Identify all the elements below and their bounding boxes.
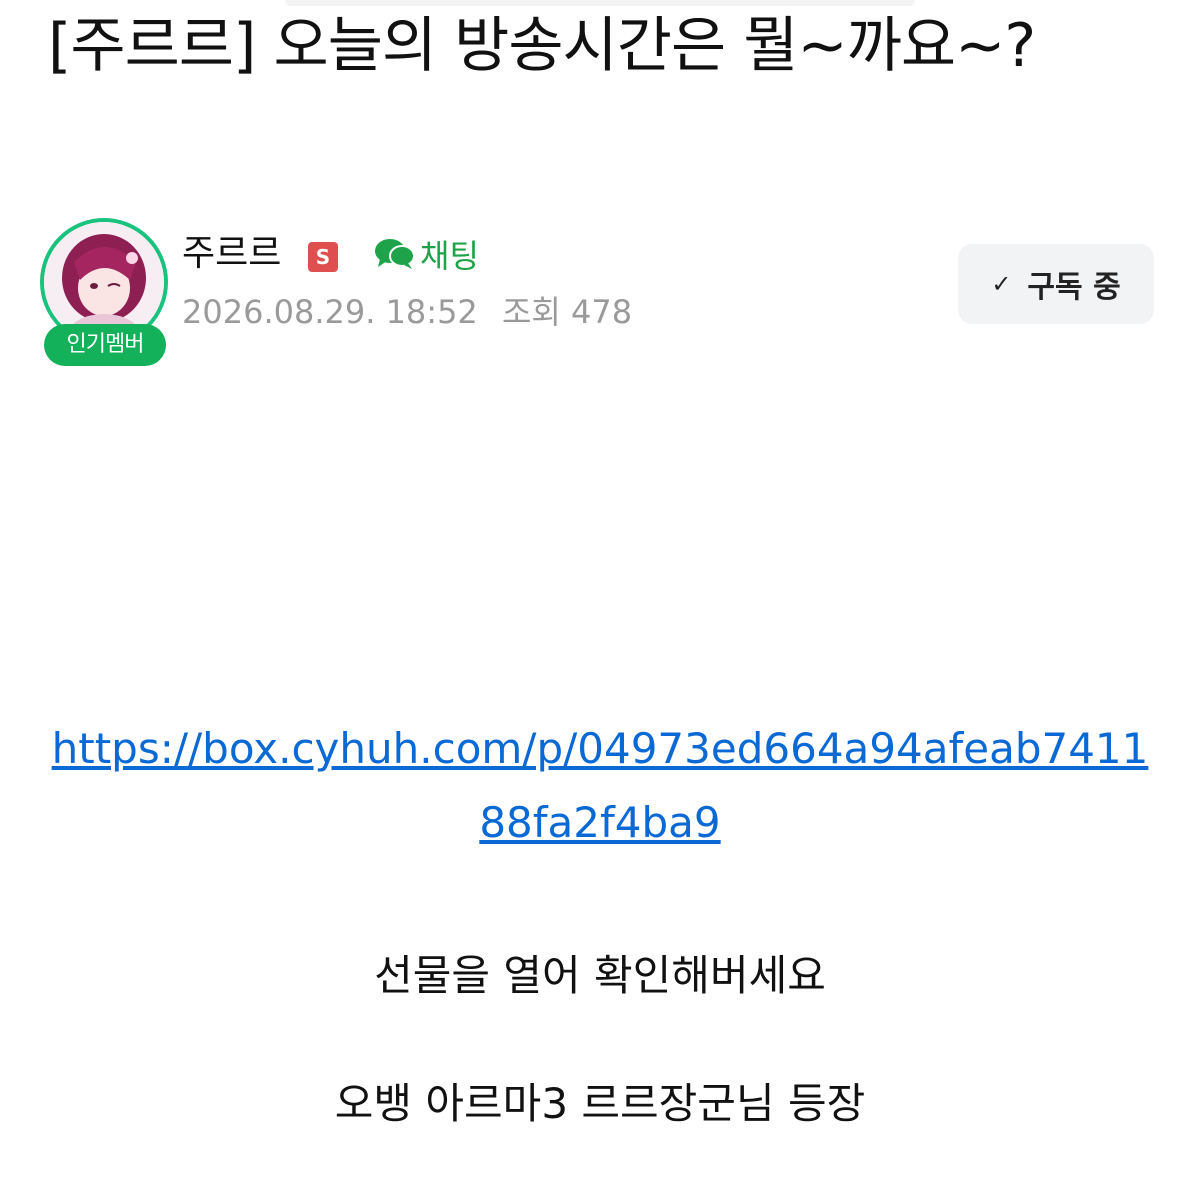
avatar-wrap[interactable]: 인기멤버 <box>40 218 172 368</box>
post-title: [주르르] 오늘의 방송시간은 뭘~까요~? <box>48 11 1036 81</box>
tier-badge: S <box>308 242 338 272</box>
check-icon: ✓ <box>991 270 1012 298</box>
body-text-appearance: 오뱅 아르마3 르르장군님 등장 <box>334 1079 866 1128</box>
author-name[interactable]: 주르르 <box>182 232 281 276</box>
chat-label: 채팅 <box>420 237 479 275</box>
author-block: 인기멤버 주르르 S 채팅 2026.08.29. 18:52 조회 478 ✓… <box>40 218 1160 378</box>
post-meta: 2026.08.29. 18:52 조회 478 <box>182 290 646 334</box>
post-body: https://box.cyhuh.com/p/04973ed664a94afe… <box>40 712 1160 1134</box>
chat-bubble-icon <box>375 239 415 269</box>
view-count: 조회 478 <box>501 293 633 331</box>
subscribe-label: 구독 중 <box>1027 270 1121 305</box>
body-text-gift: 선물을 열어 확인해버세요 <box>374 951 826 1000</box>
post-link[interactable]: https://box.cyhuh.com/p/04973ed664a94afe… <box>40 712 1160 860</box>
subscribe-button[interactable]: ✓ 구독 중 <box>958 244 1154 324</box>
popular-member-badge: 인기멤버 <box>44 324 166 366</box>
chat-button[interactable]: 채팅 <box>374 232 479 276</box>
post-date: 2026.08.29. 18:52 <box>182 293 478 331</box>
